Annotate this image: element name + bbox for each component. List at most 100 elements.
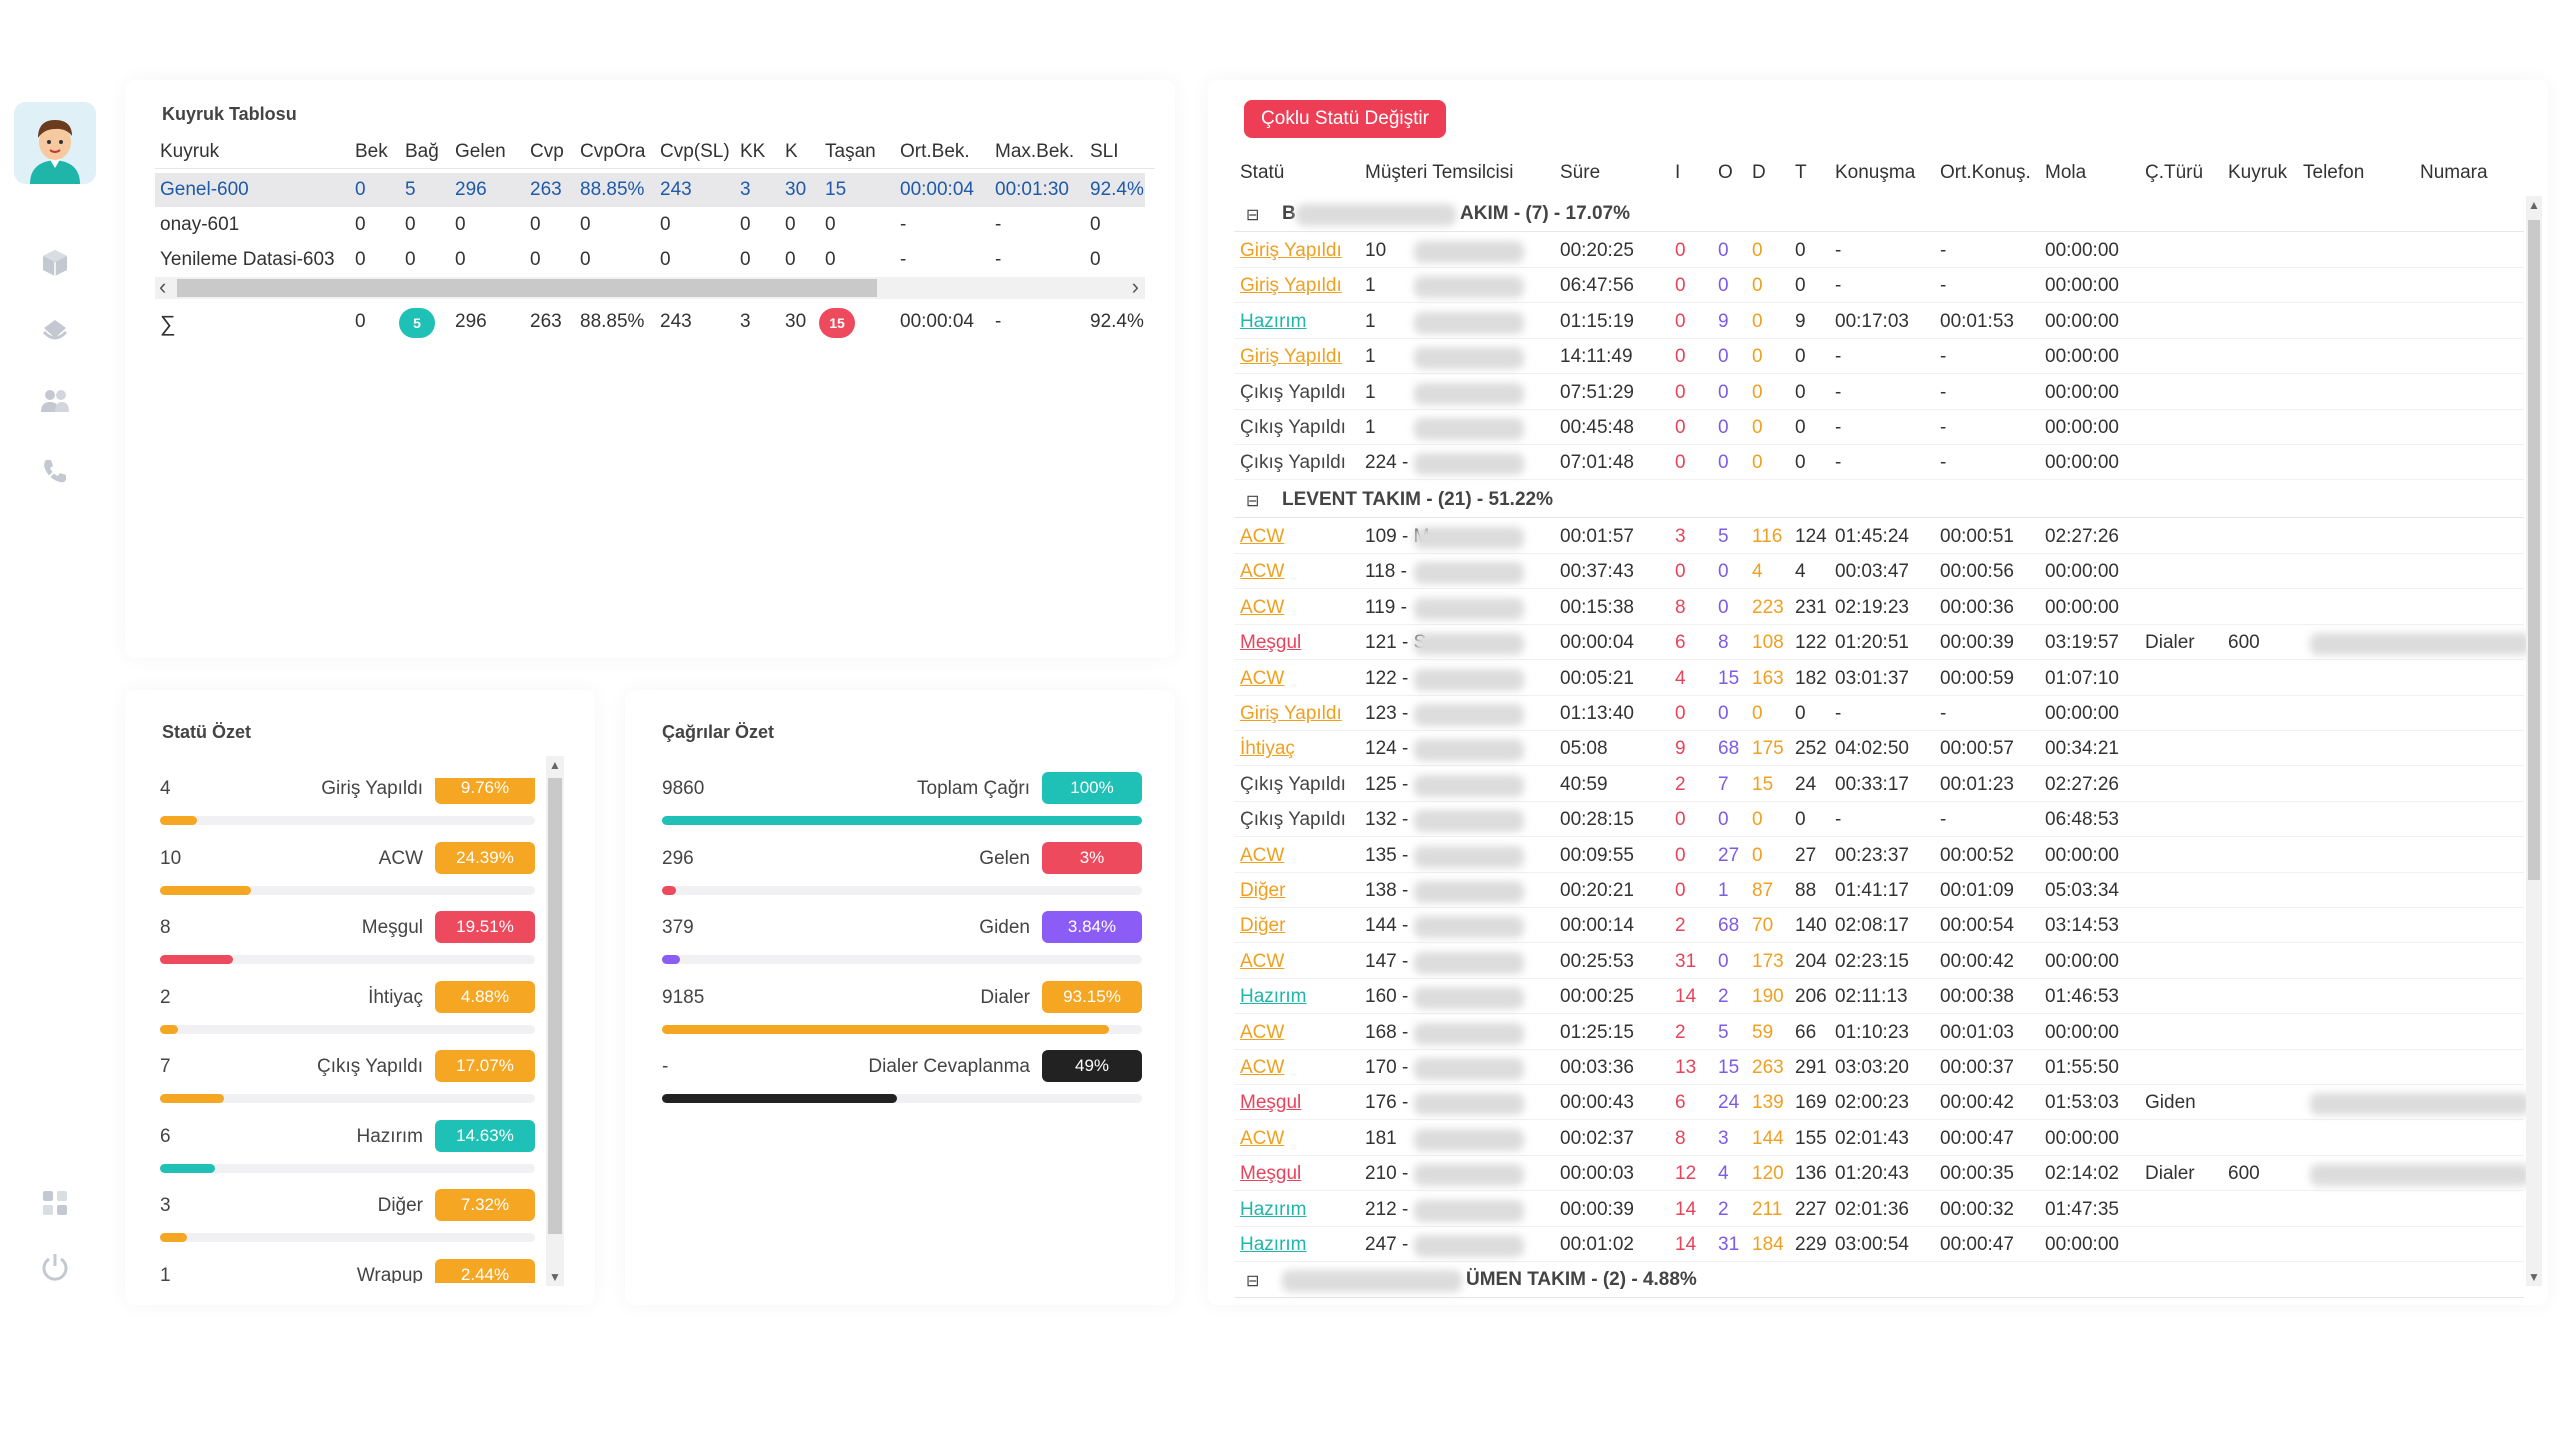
tasan-total-badge: 15 <box>819 308 855 338</box>
agents-col-header[interactable]: Müşteri Temsilcisi <box>1365 162 1514 184</box>
phone-icon[interactable] <box>36 452 74 490</box>
statu_ozet-count: 1 <box>160 1264 171 1284</box>
chevron-left-icon[interactable]: ‹ <box>159 274 166 300</box>
kuyruk-cell: Yenileme Datasi-603 <box>160 249 335 270</box>
statu_ozet-item: 1 Wrapup 2.44% <box>160 1258 535 1284</box>
kuyruk-cell: 0 <box>785 214 796 235</box>
kuyruk-col-header[interactable]: Taşan <box>825 141 876 163</box>
statu_ozet-label: ACW <box>378 847 423 869</box>
statu_ozet-badge: 24.39% <box>435 841 535 874</box>
agents-col-header[interactable]: Telefon <box>2303 162 2364 184</box>
kuyruk-cell: 0 <box>825 214 836 235</box>
statu_ozet-label: İhtiyaç <box>368 986 423 1008</box>
agents-card <box>1208 80 2548 1305</box>
statu_ozet-count: 6 <box>160 1125 171 1147</box>
agents-col-header[interactable]: Mola <box>2045 162 2086 184</box>
kuyruk-header-row: Kuyruk Bek Bağ Gelen Cvp CvpOra Cvp(SL) KK K Taşa… <box>155 135 1155 169</box>
agents-col-header[interactable]: T <box>1795 162 1807 184</box>
cagrilar_ozet-progress-track <box>662 816 1142 825</box>
statu-scroll-thumb[interactable] <box>548 778 562 1234</box>
agents-col-header[interactable]: I <box>1675 162 1680 184</box>
agents-col-header[interactable]: Numara <box>2420 162 2488 184</box>
cagrilar_ozet-count: 9860 <box>662 778 705 799</box>
cagrilar_ozet-label: Giden <box>979 917 1030 938</box>
kuyruk-cell: 5 <box>405 179 416 200</box>
kuyruk-total-cell: 92.4% <box>1090 311 1144 332</box>
cagrilar_ozet-progress-fill <box>662 1094 898 1103</box>
power-icon[interactable] <box>36 1248 74 1286</box>
agents-col-header[interactable]: Ort.Konuş. <box>1940 162 2031 184</box>
statu_ozet-progress-track <box>160 885 535 895</box>
agents-col-header[interactable]: D <box>1752 162 1766 184</box>
statu_ozet-item: 4 Giriş Yapıldı 9.76% <box>160 778 535 838</box>
scroll-down-icon[interactable]: ▼ <box>2528 1270 2540 1284</box>
cagrilar_ozet-progress-fill <box>662 1024 1110 1034</box>
agents-col-header[interactable]: Statü <box>1240 162 1284 184</box>
kuyruk-cell: onay-601 <box>160 214 240 235</box>
agents-col-header[interactable]: Ç.Türü <box>2145 162 2203 184</box>
kuyruk-col-header[interactable]: Bağ <box>405 141 439 163</box>
kuyruk-col-header[interactable]: Cvp(SL) <box>660 141 730 163</box>
statu_ozet-badge: 9.76% <box>435 778 535 804</box>
kuyruk-total-cell: ∑ <box>160 311 176 336</box>
statu_ozet-badge: 14.63% <box>435 1119 535 1152</box>
kuyruk-row[interactable]: Genel-600 0 5 296 263 88.85% 243 3 30 15 00:00:04 0… <box>155 173 1145 207</box>
statu_ozet-progress-fill <box>160 1233 188 1242</box>
cagrilar_ozet-progress-track <box>662 955 1142 964</box>
bucket-icon[interactable] <box>36 312 74 350</box>
statu_ozet-progress-track <box>160 1163 535 1173</box>
scroll-up-icon[interactable]: ▲ <box>549 758 561 772</box>
kuyruk-cell: 0 <box>455 249 466 270</box>
agents-scroll-thumb[interactable] <box>2528 220 2540 880</box>
scroll-down-icon[interactable]: ▼ <box>549 1270 561 1284</box>
kuyruk-row[interactable]: Yenileme Datasi-603 0 0 0 0 0 0 0 0 0 - - 0 <box>155 243 1145 277</box>
statu-scrollbar[interactable]: ▲ ▼ <box>546 756 564 1286</box>
cagrilar_ozet-item: - Dialer Cevaplanma 49% <box>662 1050 1142 1116</box>
cube-icon[interactable] <box>36 244 74 282</box>
chevron-right-icon[interactable]: › <box>1132 274 1139 300</box>
cagrilar_ozet-progress-fill <box>662 955 681 964</box>
cagrilar_ozet-item: 9860 Toplam Çağrı 100% <box>662 772 1142 838</box>
app-root: Kuyruk Tablosu Kuyruk Bek Bağ Gelen Cvp CvpOr… <box>0 0 2560 1440</box>
avatar[interactable] <box>14 102 96 184</box>
cagrilar_ozet-count: 9185 <box>662 986 705 1008</box>
kuyruk-col-header[interactable]: Kuyruk <box>160 141 219 163</box>
statu_ozet-item: 7 Çıkış Yapıldı 17.07% <box>160 1050 535 1116</box>
agents-col-header[interactable]: O <box>1718 162 1733 184</box>
agents-col-header[interactable]: Konuşma <box>1835 162 1915 184</box>
kuyruk-h-scroll-thumb[interactable] <box>177 279 877 297</box>
users-icon[interactable] <box>36 382 74 420</box>
kuyruk-total-cell: 30 <box>785 311 807 332</box>
statu_ozet-label: Hazırım <box>356 1125 424 1147</box>
kuyruk-h-scrollbar[interactable]: ‹ › <box>155 274 1145 300</box>
agents-col-header[interactable]: Süre <box>1560 162 1600 184</box>
kuyruk-cell: 0 <box>355 249 366 270</box>
cagrilar_ozet-badge: 49% <box>1042 1050 1142 1082</box>
kuyruk-cell: 0 <box>405 214 416 235</box>
kuyruk-col-header[interactable]: Gelen <box>455 141 506 163</box>
kuyruk-col-header[interactable]: Cvp <box>530 141 564 163</box>
scroll-up-icon[interactable]: ▲ <box>2528 198 2540 212</box>
agents-scrollbar[interactable]: ▲ ▼ <box>2526 196 2542 1286</box>
cagrilar_ozet-item: 9185 Dialer 93.15% <box>662 980 1142 1047</box>
kuyruk-col-header[interactable]: Ort.Bek. <box>900 141 970 163</box>
kuyruk-title: Kuyruk Tablosu <box>162 104 297 124</box>
cagrilar_ozet-item: 379 Giden 3.84% <box>662 911 1142 977</box>
kuyruk-table: Kuyruk Bek Bağ Gelen Cvp CvpOra Cvp(SL) KK K Taşa… <box>155 135 1155 355</box>
agents-col-header[interactable]: Kuyruk <box>2228 162 2287 184</box>
kuyruk-row[interactable]: onay-601 0 0 0 0 0 0 0 0 0 - - 0 <box>155 208 1145 242</box>
kuyruk-col-header[interactable]: CvpOra <box>580 141 645 163</box>
kuyruk-col-header[interactable]: KK <box>740 141 765 163</box>
grid-icon[interactable] <box>36 1184 74 1222</box>
cagrilar_ozet-badge: 3% <box>1042 841 1142 874</box>
kuyruk-col-header[interactable]: SLI <box>1090 141 1119 163</box>
kuyruk-col-header[interactable]: Max.Bek. <box>995 141 1074 163</box>
coklu-statu-button[interactable]: Çoklu Statü Değiştir <box>1244 100 1446 138</box>
kuyruk-col-header[interactable]: K <box>785 141 798 163</box>
kuyruk-cell: 30 <box>785 179 807 200</box>
cagrilar_ozet-progress-track <box>662 885 1142 895</box>
kuyruk-cell: 0 <box>405 249 416 270</box>
kuyruk-col-header[interactable]: Bek <box>355 141 388 163</box>
statu-ozet-list: 4 Giriş Yapıldı 9.76% 10 ACW 24.39% 8 Meşgul 19.… <box>160 778 538 1283</box>
cagrilar_ozet-badge: 3.84% <box>1042 911 1142 943</box>
